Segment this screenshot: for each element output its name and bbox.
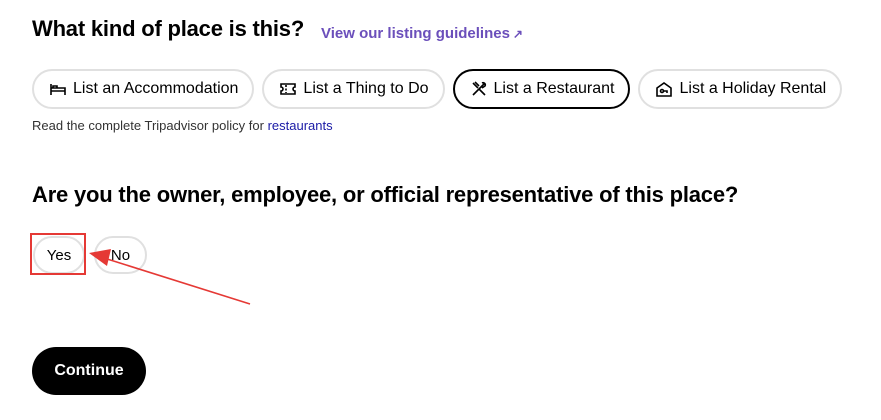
policy-text: Read the complete Tripadvisor policy for [32, 118, 268, 133]
bed-icon [50, 84, 66, 95]
place-type-heading: What kind of place is this? [32, 16, 305, 41]
utensils-icon [471, 81, 486, 96]
ticket-icon [280, 83, 297, 95]
list-holiday-rental-label: List a Holiday Rental [679, 80, 827, 97]
list-thing-to-do-label: List a Thing to Do [303, 80, 429, 97]
annotation-highlight-box [30, 233, 86, 275]
policy-note: Read the complete Tripadvisor policy for… [32, 118, 333, 133]
restaurants-policy-link[interactable]: restaurants [268, 118, 333, 133]
listing-guidelines-link[interactable]: View our listing guidelines ↗ [321, 25, 523, 42]
house-icon [656, 82, 673, 97]
owner-question-heading: Are you the owner, employee, or official… [32, 182, 739, 207]
continue-button[interactable]: Continue [32, 347, 146, 395]
no-button[interactable]: No [94, 236, 147, 274]
listing-guidelines-label: View our listing guidelines [321, 25, 510, 42]
external-arrow-icon: ↗ [512, 27, 523, 41]
list-thing-to-do-button[interactable]: List a Thing to Do [262, 69, 445, 109]
list-restaurant-button[interactable]: List a Restaurant [452, 69, 631, 109]
list-accommodation-label: List an Accommodation [73, 80, 239, 97]
list-restaurant-label: List a Restaurant [493, 80, 615, 97]
list-accommodation-button[interactable]: List an Accommodation [32, 69, 255, 109]
category-options: List an Accommodation List a Thing to Do… [32, 69, 843, 109]
list-holiday-rental-button[interactable]: List a Holiday Rental [638, 69, 843, 109]
